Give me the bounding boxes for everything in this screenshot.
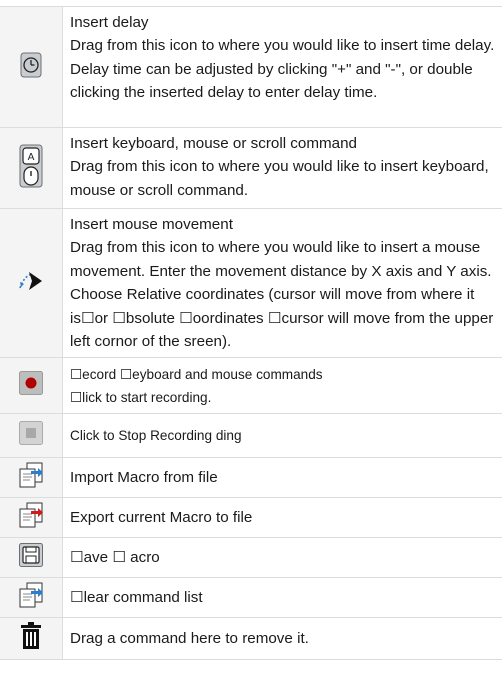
table-row: Import Macro from file [0,457,502,499]
row-title: Insert keyboard, mouse or scroll command [70,135,357,152]
row-title: Import Macro from file [70,469,218,487]
row-description: Drag from this icon to where you would l… [70,37,495,55]
row-title: Insert mouse movement [70,216,233,233]
clock-icon[interactable] [20,52,42,83]
row-description: Drag from this icon to where you would l… [70,158,489,199]
row-description: ☐lick to start recording. [70,389,212,405]
table-row: Drag a command here to remove it. [0,617,502,661]
table-row: A Insert keyboard, mouse or scroll comma… [0,127,502,209]
record-icon[interactable] [19,371,43,400]
table-row: Click to Stop Recording ding [0,413,502,459]
row-title: Click to Stop Recording ding [70,428,242,444]
row-title: ☐lear command list [70,589,203,607]
row-title: Insert delay [70,14,149,31]
export-file-icon[interactable] [18,502,44,533]
table-row: Export current Macro to file [0,497,502,539]
row-description: Delay time can be adjusted by clicking "… [70,60,473,102]
table-row: ☐ecord ☐eyboard and mouse commands ☐lick… [0,357,502,415]
table-row: Insert delay Drag from this icon to wher… [0,6,502,128]
svg-text:A: A [28,152,35,163]
row-title: Export current Macro to file [70,509,253,527]
trash-icon[interactable] [20,622,42,655]
row-title: ☐ecord ☐eyboard and mouse commands [70,366,323,382]
keyboard-mouse-icon[interactable]: A [19,144,43,193]
row-title: Drag a command here to remove it. [70,630,309,648]
row-description: Drag from this icon to where you would l… [70,239,494,351]
icon-reference-table: Insert delay Drag from this icon to wher… [0,6,502,661]
table-row: ☐ave ☐ acro [0,537,502,579]
clear-list-icon[interactable] [18,582,44,613]
stop-icon[interactable] [19,421,43,450]
mouse-movement-icon[interactable] [18,268,44,299]
import-file-icon[interactable] [18,462,44,493]
row-title: ☐ave ☐ acro [70,549,160,567]
table-row: Insert mouse movement Drag from this ico… [0,207,502,359]
save-icon[interactable] [19,543,43,572]
table-row: ☐lear command list [0,577,502,619]
